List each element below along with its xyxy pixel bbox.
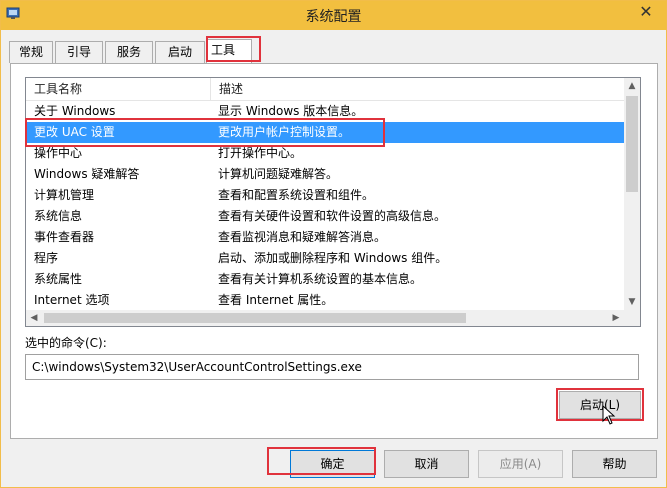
tool-description: 查看有关硬件设置和软件设置的高级信息。 [218,209,447,223]
title-bar[interactable]: 系统配置 ✕ [1,1,666,30]
list-item[interactable]: Internet 选项 查看 Internet 属性。 [26,290,624,311]
tool-name: 关于 Windows [34,104,116,118]
list-item[interactable]: 系统信息 查看有关硬件设置和软件设置的高级信息。 [26,206,624,227]
tool-description: 更改用户帐户控制设置。 [218,125,351,139]
list-item[interactable]: 系统属性 查看有关计算机系统设置的基本信息。 [26,269,624,290]
vertical-scrollbar[interactable]: ▲ ▼ [624,78,640,310]
tool-name: 程序 [34,251,59,265]
scroll-down-arrow-icon[interactable]: ▼ [624,294,640,310]
tool-description: 计算机问题疑难解答。 [218,167,339,181]
tool-name: 系统属性 [34,272,83,286]
apply-button: 应用(A) [478,450,563,478]
launch-button[interactable]: 启动(L) [559,391,641,419]
tool-name: 计算机管理 [34,188,95,202]
list-item[interactable]: 程序 启动、添加或删除程序和 Windows 组件。 [26,248,624,269]
tool-description: 启动、添加或删除程序和 Windows 组件。 [218,251,448,265]
scroll-up-arrow-icon[interactable]: ▲ [624,78,640,94]
tool-description: 查看有关计算机系统设置的基本信息。 [218,272,423,286]
window-title: 系统配置 [305,9,362,25]
list-item[interactable]: 操作中心 打开操作中心。 [26,143,624,164]
tool-description: 显示 Windows 版本信息。 [218,104,364,118]
list-header: 工具名称 描述 [26,78,624,101]
close-icon[interactable]: ✕ [632,1,660,23]
horizontal-scrollbar[interactable]: ◀ ▶ [26,310,624,326]
scroll-left-arrow-icon[interactable]: ◀ [26,310,42,326]
tab-tools[interactable]: 工具 [206,39,252,63]
list-item[interactable]: 关于 Windows 显示 Windows 版本信息。 [26,101,624,122]
column-header-description[interactable]: 描述 [210,78,624,100]
list-rows: 关于 Windows 显示 Windows 版本信息。 更改 UAC 设置 更改用户… [26,101,624,311]
mouse-pointer-icon [602,405,616,425]
tab-services[interactable]: 服务 [105,41,153,63]
tool-name: Internet 选项 [34,293,110,307]
horizontal-scroll-thumb[interactable] [44,313,466,323]
selected-command-label: 选中的命令(C): [25,336,107,350]
help-button[interactable]: 帮助 [572,450,657,478]
column-header-tool-name[interactable]: 工具名称 [26,78,210,100]
vertical-scroll-thumb[interactable] [626,96,638,192]
list-item-selected[interactable]: 更改 UAC 设置 更改用户帐户控制设置。 [26,122,624,143]
tab-general[interactable]: 常规 [9,41,53,63]
tab-boot[interactable]: 引导 [55,41,103,63]
tool-name: Windows 疑难解答 [34,167,140,181]
tool-description: 查看 Internet 属性。 [218,293,334,307]
ok-button[interactable]: 确定 [290,450,375,478]
tools-list[interactable]: 工具名称 描述 关于 Windows 显示 Windows 版本信息。 更改 UA… [25,77,641,327]
list-item[interactable]: 计算机管理 查看和配置系统设置和组件。 [26,185,624,206]
tool-description: 打开操作中心。 [218,146,303,160]
cancel-button[interactable]: 取消 [384,450,469,478]
system-config-window: 系统配置 ✕ 常规 引导 服务 启动 工具 工具名称 描述 关于 Windows… [0,0,667,488]
tab-startup[interactable]: 启动 [155,41,205,63]
list-item[interactable]: 事件查看器 查看监视消息和疑难解答消息。 [26,227,624,248]
scroll-right-arrow-icon[interactable]: ▶ [608,310,624,326]
scrollbar-corner [624,310,640,326]
tool-name: 系统信息 [34,209,83,223]
tool-name: 更改 UAC 设置 [34,125,115,139]
list-item[interactable]: Windows 疑难解答 计算机问题疑难解答。 [26,164,624,185]
tool-name: 操作中心 [34,146,83,160]
tool-description: 查看监视消息和疑难解答消息。 [218,230,387,244]
tool-description: 查看和配置系统设置和组件。 [218,188,375,202]
tool-name: 事件查看器 [34,230,95,244]
selected-command-field[interactable]: C:\windows\System32\UserAccountControlSe… [25,354,639,380]
